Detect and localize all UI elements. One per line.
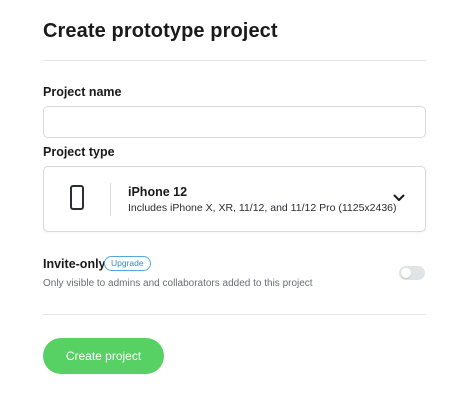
upgrade-badge[interactable]: Upgrade [104, 256, 151, 271]
invite-only-description: Only visible to admins and collaborators… [43, 278, 313, 289]
footer-divider [43, 314, 426, 315]
create-project-button[interactable]: Create project [43, 338, 164, 374]
project-name-label: Project name [43, 85, 122, 99]
project-type-select[interactable]: iPhone 12 Includes iPhone X, XR, 11/12, … [43, 166, 426, 232]
phone-icon [70, 185, 84, 210]
header-divider [43, 60, 426, 61]
project-name-input[interactable] [43, 106, 426, 138]
chevron-down-icon [393, 194, 405, 201]
invite-only-toggle[interactable] [399, 266, 425, 280]
toggle-knob [401, 268, 411, 278]
device-description: Includes iPhone X, XR, 11/12, and 11/12 … [128, 202, 397, 214]
select-separator [110, 183, 111, 216]
page-title: Create prototype project [43, 20, 278, 42]
invite-only-label: Invite-only [43, 257, 106, 271]
project-type-label: Project type [43, 145, 115, 159]
device-name: iPhone 12 [128, 185, 188, 199]
